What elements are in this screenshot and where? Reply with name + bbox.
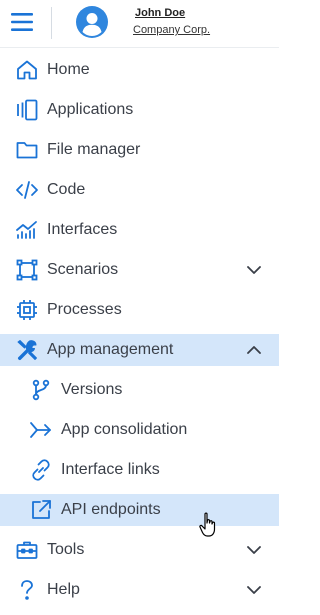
chevron-down-icon[interactable]: [244, 260, 264, 280]
sidebar-subitem-api-endpoints[interactable]: API endpoints: [0, 494, 279, 526]
processor-chip-icon: [15, 298, 39, 322]
sidebar-item-label: App management: [47, 341, 174, 358]
external-link-icon: [29, 498, 53, 522]
sidebar-item-scenarios[interactable]: Scenarios: [0, 250, 279, 290]
sidebar-item-label: Help: [47, 581, 80, 598]
sidebar-item-label: Versions: [61, 381, 123, 398]
sidebar-item-label: Interfaces: [47, 221, 118, 238]
sidebar-item-label: Processes: [47, 301, 122, 318]
sidebar-menu: Home Applications File manager Code Inte…: [0, 50, 279, 610]
chevron-down-icon[interactable]: [244, 580, 264, 600]
sidebar-item-label: Applications: [47, 101, 134, 118]
link-icon: [29, 458, 53, 482]
chevron-up-icon[interactable]: [244, 340, 264, 360]
user-name-link[interactable]: John Doe: [135, 7, 185, 19]
chevron-down-icon[interactable]: [244, 540, 264, 560]
hamburger-menu-icon[interactable]: [10, 10, 34, 34]
sidebar-item-applications[interactable]: Applications: [0, 90, 279, 130]
sidebar-item-label: Scenarios: [47, 261, 119, 278]
sidebar-item-label: File manager: [47, 141, 141, 158]
scenarios-icon: [15, 258, 39, 282]
header-divider: [51, 7, 52, 39]
merge-arrow-icon: [29, 418, 53, 442]
branch-icon: [29, 378, 53, 402]
sidebar-item-label: Interface links: [61, 461, 160, 478]
sidebar-item-label: Code: [47, 181, 86, 198]
applications-icon: [15, 98, 39, 122]
sidebar-header: John Doe Company Corp.: [0, 0, 279, 48]
sidebar-item-app-management[interactable]: App management: [0, 334, 279, 366]
sidebar-item-label: Home: [47, 61, 90, 78]
toolbox-icon: [15, 538, 39, 562]
sidebar-item-file-manager[interactable]: File manager: [0, 130, 279, 170]
company-name-link[interactable]: Company Corp.: [133, 24, 210, 36]
sidebar-subitem-interface-links[interactable]: Interface links: [0, 450, 279, 490]
sidebar-subitem-app-consolidation[interactable]: App consolidation: [0, 410, 279, 450]
tools-wrench-icon: [15, 338, 39, 362]
sidebar-item-label: API endpoints: [61, 501, 161, 518]
sidebar-item-label: App consolidation: [61, 421, 188, 438]
interfaces-chart-icon: [15, 218, 39, 242]
sidebar-item-processes[interactable]: Processes: [0, 290, 279, 330]
sidebar-item-home[interactable]: Home: [0, 50, 279, 90]
sidebar-item-tools[interactable]: Tools: [0, 530, 279, 570]
question-mark-icon: [15, 578, 39, 602]
hand-pointer-cursor-icon: [199, 512, 219, 538]
home-icon: [15, 58, 39, 82]
sidebar-item-help[interactable]: Help: [0, 570, 279, 610]
user-avatar-icon[interactable]: [76, 6, 108, 38]
folder-icon: [15, 138, 39, 162]
sidebar-item-label: Tools: [47, 541, 85, 558]
code-icon: [15, 178, 39, 202]
sidebar-item-code[interactable]: Code: [0, 170, 279, 210]
sidebar-item-interfaces[interactable]: Interfaces: [0, 210, 279, 250]
sidebar-subitem-versions[interactable]: Versions: [0, 370, 279, 410]
